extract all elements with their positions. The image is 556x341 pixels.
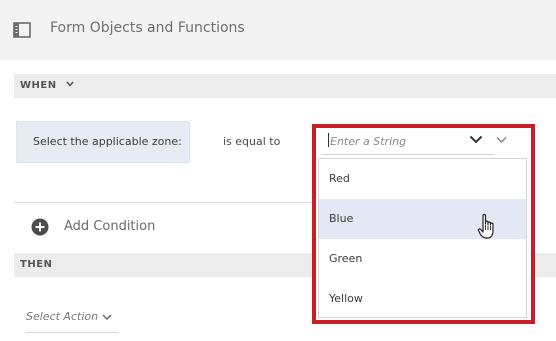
option-label: Blue — [329, 212, 354, 225]
plus-circle-icon — [31, 218, 49, 236]
when-label: WHEN — [20, 80, 57, 91]
option-red[interactable]: Red — [319, 159, 526, 199]
string-input[interactable] — [322, 130, 470, 152]
select-action-label: Select Action — [26, 310, 99, 323]
chevron-down-icon — [102, 314, 112, 321]
panel-icon[interactable] — [13, 22, 31, 38]
when-section-header[interactable]: WHEN — [14, 74, 556, 98]
panel-title: Form Objects and Functions — [50, 20, 245, 36]
divider — [14, 202, 314, 203]
operator-label[interactable]: is equal to — [223, 135, 280, 148]
condition-field-label: Select the applicable zone: — [33, 135, 182, 148]
option-label: Yellow — [329, 292, 363, 305]
select-action-dropdown[interactable]: Select Action — [26, 306, 118, 333]
chevron-down-icon[interactable] — [469, 135, 483, 144]
condition-field[interactable]: Select the applicable zone: — [16, 121, 190, 163]
then-label: THEN — [20, 259, 53, 270]
option-label: Green — [329, 252, 363, 265]
chevron-down-icon[interactable] — [496, 136, 507, 144]
editor-header: Form Objects and Functions — [0, 0, 556, 60]
chevron-down-icon — [66, 81, 74, 87]
text-cursor — [328, 133, 329, 147]
add-condition-label: Add Condition — [64, 219, 156, 234]
option-label: Red — [329, 172, 350, 185]
option-yellow[interactable]: Yellow — [319, 279, 526, 319]
option-green[interactable]: Green — [319, 239, 526, 279]
hand-cursor-icon — [477, 213, 494, 239]
